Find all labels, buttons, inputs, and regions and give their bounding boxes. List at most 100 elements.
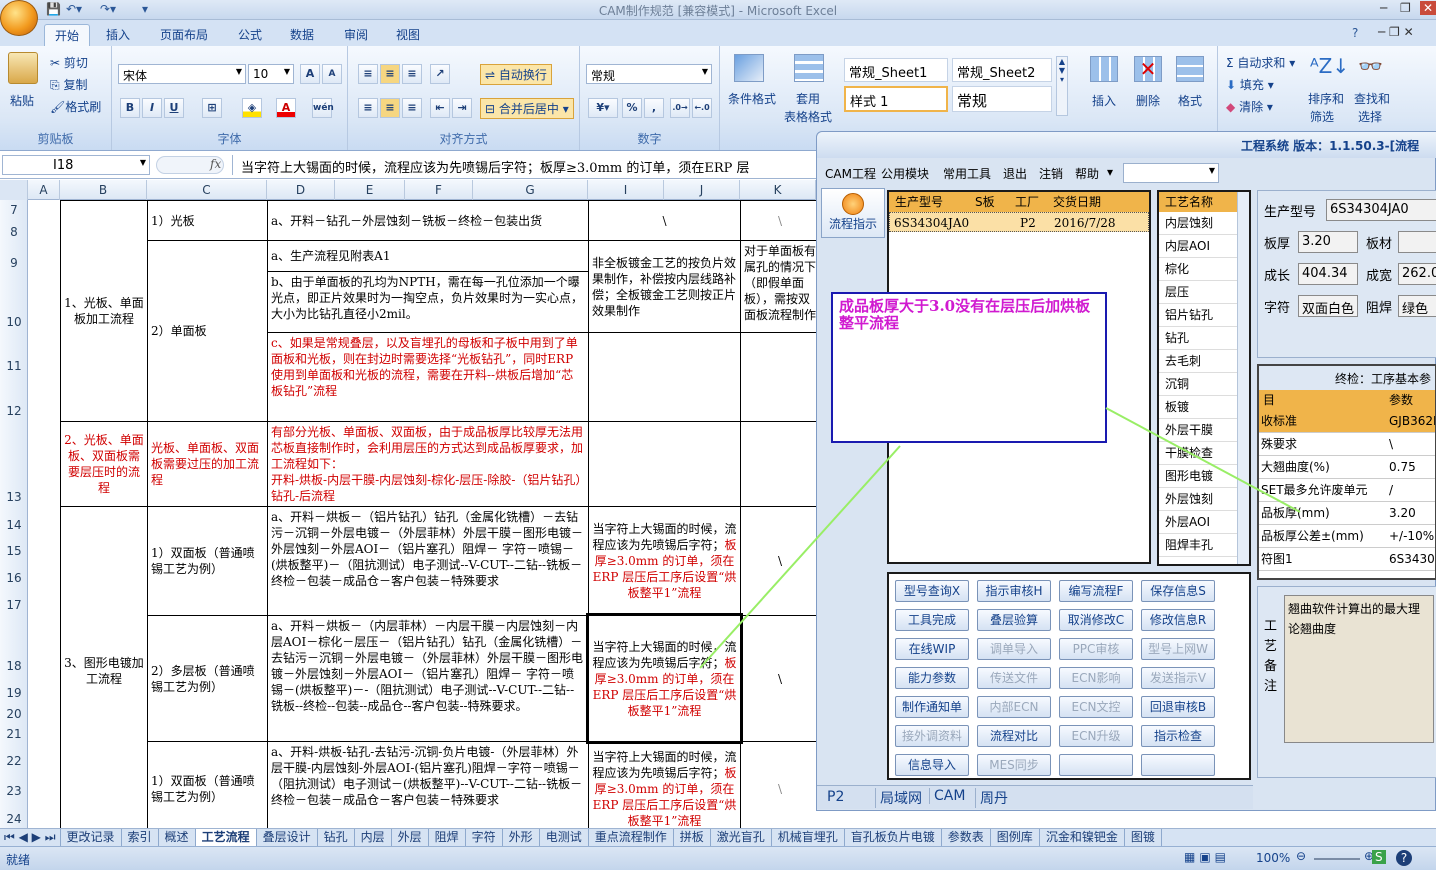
menu-combo[interactable]: ▼ [1123,163,1219,183]
param-row[interactable]: 符图1 6S34304 [1259,548,1435,571]
cut-button[interactable]: ✂ 剪切 [50,54,88,71]
style-normal[interactable]: 常规 [952,86,1052,112]
cell-k-guangban[interactable]: \ [740,200,816,241]
sheet-tab-14[interactable]: 激光盲孔 [711,829,772,846]
decrease-indent-icon[interactable]: ⇤ [430,98,450,118]
cell-i-sec3a[interactable]: 当字符上大锡面的时候，流程应该为先喷锡后字符；板厚≥3.0mm 的订单，须在ER… [588,506,741,616]
delete-cells-button[interactable]: 删除 [1136,92,1160,109]
process-item[interactable]: 沉铜 [1159,373,1249,396]
tab-home[interactable]: 开始 [44,24,91,46]
cell-c-danmian[interactable]: 2）单面板 [147,240,268,422]
row-20[interactable]: 20 [0,707,28,721]
sheet-tab-16[interactable]: 盲孔板负片电镀 [845,829,942,846]
tab-view[interactable]: 视图 [386,24,430,46]
action-button-12[interactable]: 能力参数 [895,667,969,689]
merge-center-button[interactable]: ⊟ 合并后居中 ▾ [480,98,574,119]
action-button-0[interactable]: 型号查询X [895,580,969,602]
menu-cam[interactable]: CAM工程 [825,165,876,182]
align-center-icon[interactable]: ≡ [380,98,400,118]
process-item[interactable]: 外层AOI [1159,511,1249,534]
col-E[interactable]: E [335,180,405,200]
sheet-tab-2[interactable]: 概述 [159,829,196,846]
process-item[interactable]: 内层蚀刻 [1159,212,1249,235]
tab-page-layout[interactable]: 页面布局 [150,24,218,46]
format-painter-button[interactable]: 🖌格式刷 [50,98,101,115]
fx-icon[interactable]: fx [210,157,221,171]
cell-i-guangban[interactable]: \ [588,200,741,241]
italic-icon[interactable]: I [142,98,162,118]
worksheet-grid[interactable]: 1、光板、单面板加工流程 1）光板 a、开料－钻孔－外层蚀刻－铣板－终检－包装出… [28,200,816,828]
sheet-tab-0[interactable]: 更改记录 [61,829,122,846]
cell-k-sec3b[interactable]: \ [740,615,816,742]
row-18[interactable]: 18 [0,659,28,673]
ribbon-minimize-icon[interactable]: ─ ❐ ✕ [1378,25,1414,39]
action-button-16[interactable]: 制作通知单 [895,696,969,718]
action-button-2[interactable]: 编写流程F [1059,580,1133,602]
param-row[interactable]: 收标准 GJB362E [1259,410,1435,433]
bottom-tab-p2[interactable]: P2 [827,789,844,805]
process-item[interactable]: 干膜检查 [1159,442,1249,465]
restore-icon[interactable]: ❐ [1400,1,1411,15]
sheet-tab-15[interactable]: 机械盲埋孔 [772,829,845,846]
select-all[interactable] [0,180,28,200]
action-button-7[interactable]: 修改信息R [1141,609,1215,631]
process-item[interactable]: 阻焊丰孔 [1159,534,1249,557]
styles-scroll[interactable]: ▲ ▼ ▾ [1056,56,1068,116]
zoom-out-icon[interactable]: ⊖ [1296,849,1306,863]
action-button-10[interactable]: PPC审核 [1059,638,1133,660]
char-field[interactable]: 双面白色 [1298,295,1358,317]
help-round-icon[interactable]: ? [1396,850,1412,866]
autosum-button[interactable]: Σ 自动求和 ▾ [1226,54,1295,71]
action-button-22[interactable]: ECN升级 [1059,725,1133,747]
action-button-26[interactable] [1059,754,1133,776]
percent-button[interactable]: % [622,98,642,118]
undo-icon[interactable]: ↶▾ [66,2,82,18]
cell-i-sec3c[interactable]: 当字符上大锡面的时候，流程应该为先喷锡后字符；板厚≥3.0mm 的订单，须在ER… [588,741,741,828]
sheet-tab-6[interactable]: 内层 [355,829,392,846]
style-normal-sheet1[interactable]: 常规_Sheet1 [844,58,948,82]
param-row[interactable]: 大翘曲度(%) 0.75 [1259,456,1435,479]
param-row[interactable]: 殊要求 \ [1259,433,1435,456]
param-row[interactable]: SET最多允许废单元 / [1259,479,1435,502]
cell-c-sec2[interactable]: 光板、单面板、双面板需要过压的加工流程 [147,421,268,507]
insert-cells-button[interactable]: 插入 [1092,92,1116,109]
taskbar-app-icon[interactable]: S [1372,850,1386,864]
cell-d-guangban[interactable]: a、开料－钻孔－外层蚀刻－铣板－终检－包装出货 [267,200,589,241]
material-field[interactable] [1398,231,1436,253]
align-top-icon[interactable]: ≡ [358,64,378,84]
grow-font-icon[interactable]: A [300,64,320,84]
cell-k-sec2[interactable] [740,421,816,507]
row-24[interactable]: 24 [0,812,28,826]
row-8[interactable]: 8 [0,225,28,239]
style-1[interactable]: 样式 1 [844,86,948,112]
row-17[interactable]: 17 [0,598,28,612]
process-item[interactable]: 外层蚀刻 [1159,488,1249,511]
process-item[interactable]: 图形电镀 [1159,465,1249,488]
row-12[interactable]: 12 [0,404,28,418]
align-right-icon[interactable]: ≡ [402,98,422,118]
row-7[interactable]: 7 [0,203,28,217]
name-box[interactable]: I18 ▼ [2,155,150,175]
save-icon[interactable]: 💾 [46,2,61,18]
menu-logout[interactable]: 注销 [1039,165,1063,182]
model-field[interactable]: 6S34304JA0 [1326,199,1436,221]
cell-k-dan[interactable]: 对于单面板有属孔的情况下（即假单面板），需按双面板流程制作 [740,240,816,333]
conditional-format-button[interactable]: 条件格式 [728,90,776,107]
fill-button[interactable]: ⬇ 填充 ▾ [1226,76,1274,93]
align-middle-icon[interactable]: ≡ [380,64,400,84]
comma-button[interactable]: , [644,98,664,118]
sheet-tab-17[interactable]: 参数表 [942,829,991,846]
phonetic-icon[interactable]: wén [312,98,334,118]
action-button-8[interactable]: 在线WIP [895,638,969,660]
row-15[interactable]: 15 [0,544,28,558]
cell-k-sec3a[interactable]: \ [740,506,816,616]
param-row[interactable]: 品板厚公差±(mm) +/-10% [1259,525,1435,548]
table-format-button[interactable]: 套用 [796,90,820,107]
menu-tools[interactable]: 常用工具 [943,165,991,182]
font-name-select[interactable]: 宋体 ▼ [118,64,246,84]
action-button-24[interactable]: 信息导入 [895,754,969,776]
process-item[interactable]: 棕化 [1159,258,1249,281]
col-K[interactable]: K [740,180,816,200]
action-button-13[interactable]: 传送文件 [977,667,1051,689]
bottom-tab-cam[interactable]: CAM [929,788,965,804]
